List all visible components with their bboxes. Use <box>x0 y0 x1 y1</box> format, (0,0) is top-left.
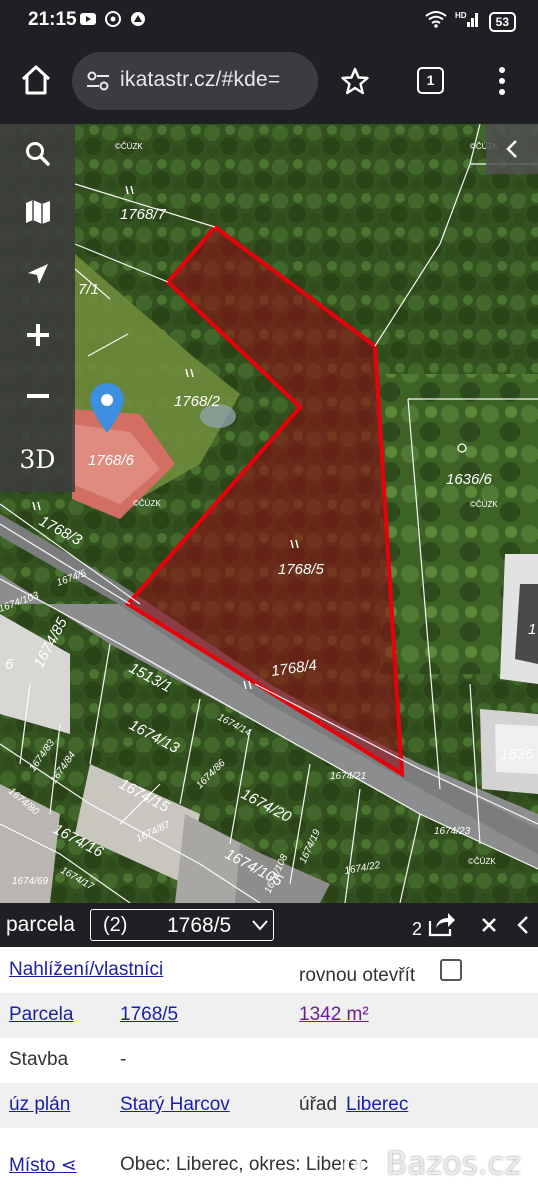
more-vert-icon <box>499 67 505 95</box>
info-row-building: Stavba - <box>0 1038 538 1083</box>
chevron-left-icon <box>517 916 528 934</box>
share-count: 2 <box>412 919 423 939</box>
office-label: úřad <box>299 1094 338 1115</box>
status-bar: 21:15 HD 53 <box>0 0 538 40</box>
chevron-down-icon <box>252 920 268 931</box>
parcel-label[interactable]: 1636 <box>500 746 534 763</box>
close-icon <box>482 918 496 932</box>
map-pin-icon <box>90 383 124 433</box>
map-watermark: ©ČÚZK <box>470 500 498 509</box>
map-search-button[interactable] <box>0 124 75 184</box>
address-bar[interactable]: ikatastr.cz/#kde= <box>72 52 318 110</box>
youtube-icon <box>80 11 96 27</box>
zoom-out-icon <box>26 394 49 398</box>
parcel-label[interactable]: 1768/6 <box>88 452 135 469</box>
parcel-area-link[interactable]: 1342 m² <box>299 1004 369 1026</box>
tab-switcher-button[interactable]: 1 <box>417 67 444 94</box>
cadastral-area-link[interactable]: Starý Harcov <box>120 1094 230 1116</box>
bazos-logo-icon <box>343 1150 375 1181</box>
panel-type-label: parcela <box>6 913 75 936</box>
parcel-panel-header: parcela (2) 1768/5 2 <box>0 903 538 947</box>
bookmark-button[interactable] <box>340 66 370 96</box>
browser-menu-button[interactable] <box>490 65 514 97</box>
parcel-select-value: 1768/5 <box>167 914 232 937</box>
wifi-icon <box>425 10 447 33</box>
parcel-link[interactable]: Parcela <box>9 1004 73 1026</box>
share-button[interactable] <box>428 911 456 937</box>
locate-button[interactable] <box>0 244 75 304</box>
map-watermark: ©ČÚZK <box>468 857 496 866</box>
share-icon <box>428 913 455 937</box>
info-row-area: úz plán Starý Harcov úřad Liberec <box>0 1083 538 1128</box>
info-row-ownership: Nahlížení/vlastníci rovnou otevřít <box>0 947 538 992</box>
parcel-label[interactable]: 1674/69 <box>12 876 49 887</box>
cadastral-plan-link[interactable]: úz plán <box>9 1094 70 1116</box>
parcel-label[interactable]: 6 <box>5 656 14 673</box>
map-layers-button[interactable] <box>0 182 75 242</box>
parcel-label[interactable]: 1 <box>528 621 536 638</box>
url-text[interactable]: ikatastr.cz/#kde= <box>120 68 310 92</box>
browser-toolbar: ikatastr.cz/#kde= 1 <box>0 40 538 124</box>
open-direct-label: rovnou otevřít <box>299 965 416 986</box>
clock: 21:15 <box>28 9 77 30</box>
parcel-label[interactable]: 1674/21 <box>330 771 366 782</box>
collapse-panel-button[interactable] <box>516 915 530 935</box>
view-3d-button[interactable]: 3D <box>0 429 75 489</box>
locate-icon <box>27 264 48 284</box>
notification-icon <box>130 11 146 27</box>
chrome-icon <box>105 11 121 27</box>
map-watermark: ©ČÚZK <box>133 499 161 508</box>
zoom-in-button[interactable] <box>0 305 75 365</box>
parcel-label[interactable]: 1768/7 <box>120 206 167 223</box>
svg-text:HD: HD <box>455 11 467 20</box>
ownership-link[interactable]: Nahlížení/vlastníci <box>9 959 163 981</box>
parcel-label[interactable]: 1768/5 <box>278 561 325 578</box>
parcel-label[interactable]: 1674/23 <box>434 826 471 837</box>
map-canvas[interactable]: ©ČÚZK ©ČÚZK ©ČÚZK ©ČÚZK ©ČÚZK 1768/7 7/1… <box>0 124 538 903</box>
search-icon <box>25 142 50 166</box>
signal-icon: HD <box>455 10 481 33</box>
share-small-icon: ⋖ <box>60 1155 77 1176</box>
parcel-select-count: (2) <box>103 914 128 936</box>
battery-indicator: 53 <box>488 11 516 32</box>
site-settings-icon[interactable] <box>86 70 110 92</box>
map-toolbar: 3D <box>0 124 75 492</box>
info-row-parcel: Parcela 1768/5 1342 m² <box>0 993 538 1038</box>
building-value: - <box>120 1049 127 1070</box>
zoom-in-icon <box>26 324 49 346</box>
parcel-label[interactable]: 7/1 <box>78 281 99 298</box>
zoom-out-button[interactable] <box>0 366 75 426</box>
building-label: Stavba <box>9 1049 69 1070</box>
map-icon <box>25 200 50 224</box>
home-icon <box>21 65 51 95</box>
place-link[interactable]: Místo ⋖ <box>9 1154 77 1177</box>
office-link[interactable]: Liberec <box>346 1094 408 1116</box>
star-icon <box>341 67 369 95</box>
place-value: Obec: Liberec, okres: Liberec <box>120 1154 369 1175</box>
home-button[interactable] <box>18 62 54 98</box>
close-panel-button[interactable] <box>480 916 498 934</box>
parcel-label[interactable]: 1636/6 <box>446 471 493 488</box>
parcel-number-link[interactable]: 1768/5 <box>120 1004 178 1026</box>
map-watermark: ©ČÚZK <box>115 142 143 151</box>
bazos-watermark: Bazos.cz <box>340 1146 521 1185</box>
chevron-left-icon <box>506 140 517 158</box>
parcel-select[interactable]: (2) 1768/5 <box>90 909 274 941</box>
panel-toggle-button[interactable] <box>486 124 538 174</box>
location-marker[interactable] <box>88 382 126 434</box>
cadastral-map[interactable]: ©ČÚZK ©ČÚZK ©ČÚZK ©ČÚZK ©ČÚZK 1768/7 7/1… <box>0 124 538 903</box>
parcel-label[interactable]: 1768/2 <box>174 393 221 410</box>
open-direct-checkbox[interactable] <box>440 959 462 981</box>
